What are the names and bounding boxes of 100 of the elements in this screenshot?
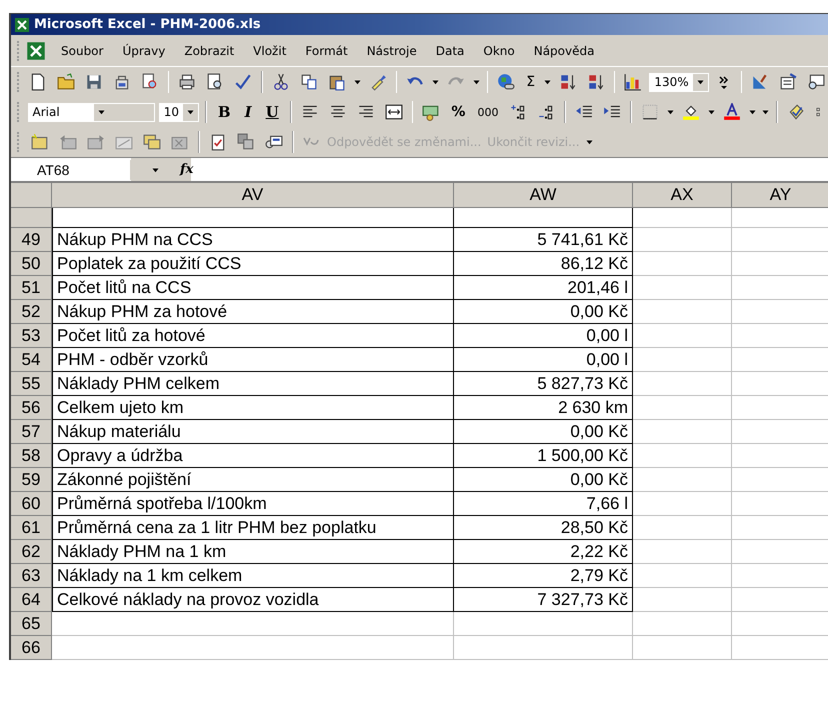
row-header[interactable]: 49 — [11, 228, 52, 252]
merge-cells-icon[interactable] — [384, 103, 403, 121]
scissors-icon[interactable] — [272, 73, 290, 91]
printer-icon[interactable] — [178, 73, 196, 91]
menu-item[interactable]: Okno — [476, 42, 522, 60]
font-color-icon[interactable] — [723, 103, 742, 121]
table-cell: Opravy a údržba — [52, 444, 454, 468]
zoom-window-icon[interactable] — [806, 73, 825, 91]
table-cell: 0,00 Kč — [454, 420, 633, 444]
table-cell: Počet litů na CCS — [52, 276, 454, 300]
row-header[interactable]: 50 — [11, 252, 52, 276]
table-cell: 7,66 l — [454, 492, 633, 516]
row-header[interactable]: 62 — [11, 540, 52, 564]
bar-chart-icon[interactable] — [624, 73, 642, 91]
table-cell: 2,22 Kč — [454, 540, 633, 564]
table-cell: Nákup PHM za hotové — [52, 300, 454, 324]
table-cell: 5 827,73 Kč — [454, 372, 633, 396]
new-comment-icon[interactable] — [31, 133, 49, 151]
column-header[interactable]: AY — [732, 183, 828, 208]
stacked-comments-icon[interactable] — [143, 133, 161, 151]
row-header[interactable]: 58 — [11, 444, 52, 468]
font-dropdown[interactable]: Arial — [28, 102, 155, 122]
brush-icon[interactable] — [368, 73, 387, 91]
table-cell: 28,50 Kč — [454, 516, 633, 540]
column-header[interactable]: AW — [454, 183, 633, 208]
sum-button[interactable]: Σ — [520, 72, 542, 92]
table-cell: Náklady PHM na 1 km — [52, 540, 454, 564]
row-header[interactable]: 63 — [11, 564, 52, 588]
menu-item[interactable]: Formát — [298, 42, 355, 60]
italic-button[interactable]: I — [240, 101, 257, 123]
menu-item[interactable]: Data — [428, 42, 472, 60]
row-header[interactable]: 66 — [11, 636, 52, 660]
row-header[interactable]: 61 — [11, 516, 52, 540]
window-title: Microsoft Excel - PHM-2006.xls — [34, 17, 261, 32]
table-cell: Poplatek za použití CCS — [52, 252, 454, 276]
row-header[interactable]: 65 — [11, 612, 52, 636]
windows-icon[interactable] — [237, 133, 255, 151]
row-header[interactable]: 54 — [11, 348, 52, 372]
envelope-icon[interactable] — [265, 133, 283, 151]
table-cell: Celkové náklady na provoz vozidla — [52, 588, 454, 612]
menu-item[interactable]: Nástroje — [360, 42, 424, 60]
row-header[interactable]: 51 — [11, 276, 52, 300]
percent-button[interactable]: % — [445, 102, 472, 122]
clipboard-check-icon[interactable] — [209, 133, 227, 151]
row-header[interactable]: 56 — [11, 396, 52, 420]
table-cell: 5 741,61 Kč — [454, 228, 633, 252]
globe-icon[interactable] — [497, 73, 516, 91]
table-cell: 1 500,00 Kč — [454, 444, 633, 468]
checkmark-icon[interactable] — [234, 73, 252, 91]
table-cell: 0,00 l — [454, 348, 633, 372]
row-header[interactable]: 60 — [11, 492, 52, 516]
zoom-dropdown[interactable]: 130% — [649, 72, 709, 92]
sheet-icon[interactable] — [26, 40, 46, 60]
table-cell: Zákonné pojištění — [52, 468, 454, 492]
menu-item[interactable]: Soubor — [54, 42, 110, 60]
bold-button[interactable]: B — [212, 101, 236, 123]
menu-item[interactable]: Úpravy — [115, 42, 172, 60]
underline-button[interactable]: U — [260, 101, 284, 123]
table-cell: 2 630 km — [454, 396, 633, 420]
table-cell: 7 327,73 Kč — [454, 588, 633, 612]
row-header[interactable]: 55 — [11, 372, 52, 396]
clipboard-icon[interactable] — [328, 73, 346, 91]
menu-item[interactable]: Vložit — [246, 42, 294, 60]
row-header[interactable]: 57 — [11, 420, 52, 444]
copy-icon[interactable] — [300, 73, 318, 91]
menu-item[interactable]: Zobrazit — [177, 42, 242, 60]
row-header[interactable]: 53 — [11, 324, 52, 348]
borders-icon[interactable] — [641, 103, 660, 121]
triangle-ruler-icon[interactable] — [750, 73, 769, 91]
table-cell: Nákup materiálu — [52, 420, 454, 444]
row-header[interactable] — [11, 208, 52, 228]
table-cell: 0,00 Kč — [454, 300, 633, 324]
banknote-icon[interactable] — [422, 103, 440, 121]
select-all-button[interactable] — [11, 183, 52, 208]
table-cell: 0,00 Kč — [454, 468, 633, 492]
table-cell: Počet litů za hotové — [52, 324, 454, 348]
row-header[interactable]: 52 — [11, 300, 52, 324]
magnifier-page-icon[interactable] — [140, 73, 159, 91]
table-cell: 0,00 l — [454, 324, 633, 348]
sort-descending-icon[interactable] — [587, 73, 606, 91]
table-cell: Náklady PHM celkem — [52, 372, 454, 396]
function-button[interactable]: fx — [180, 162, 194, 177]
sheet-icon — [14, 16, 30, 32]
folder-icon[interactable] — [56, 73, 75, 91]
table-cell: 2,79 Kč — [454, 564, 633, 588]
font-size-dropdown[interactable]: 10 — [158, 102, 200, 122]
sort-ascending-icon[interactable] — [559, 73, 578, 91]
table-cell: Průměrná spotřeba l/100km — [52, 492, 454, 516]
table-cell: Náklady na 1 km celkem — [52, 564, 454, 588]
thousands-button[interactable]: 000 — [471, 104, 504, 120]
menu-item[interactable]: Nápověda — [526, 42, 602, 60]
fill-bucket-icon[interactable] — [682, 103, 700, 121]
column-header[interactable]: AX — [633, 183, 732, 208]
table-cell: Průměrná cena za 1 litr PHM bez poplatku — [52, 516, 454, 540]
column-header[interactable]: AV — [52, 183, 454, 208]
row-header[interactable]: 64 — [11, 588, 52, 612]
table-cell: Nákup PHM na CCS — [52, 228, 454, 252]
form-icon[interactable] — [778, 73, 797, 91]
row-header[interactable]: 59 — [11, 468, 52, 492]
table-cell: 201,46 l — [454, 276, 633, 300]
